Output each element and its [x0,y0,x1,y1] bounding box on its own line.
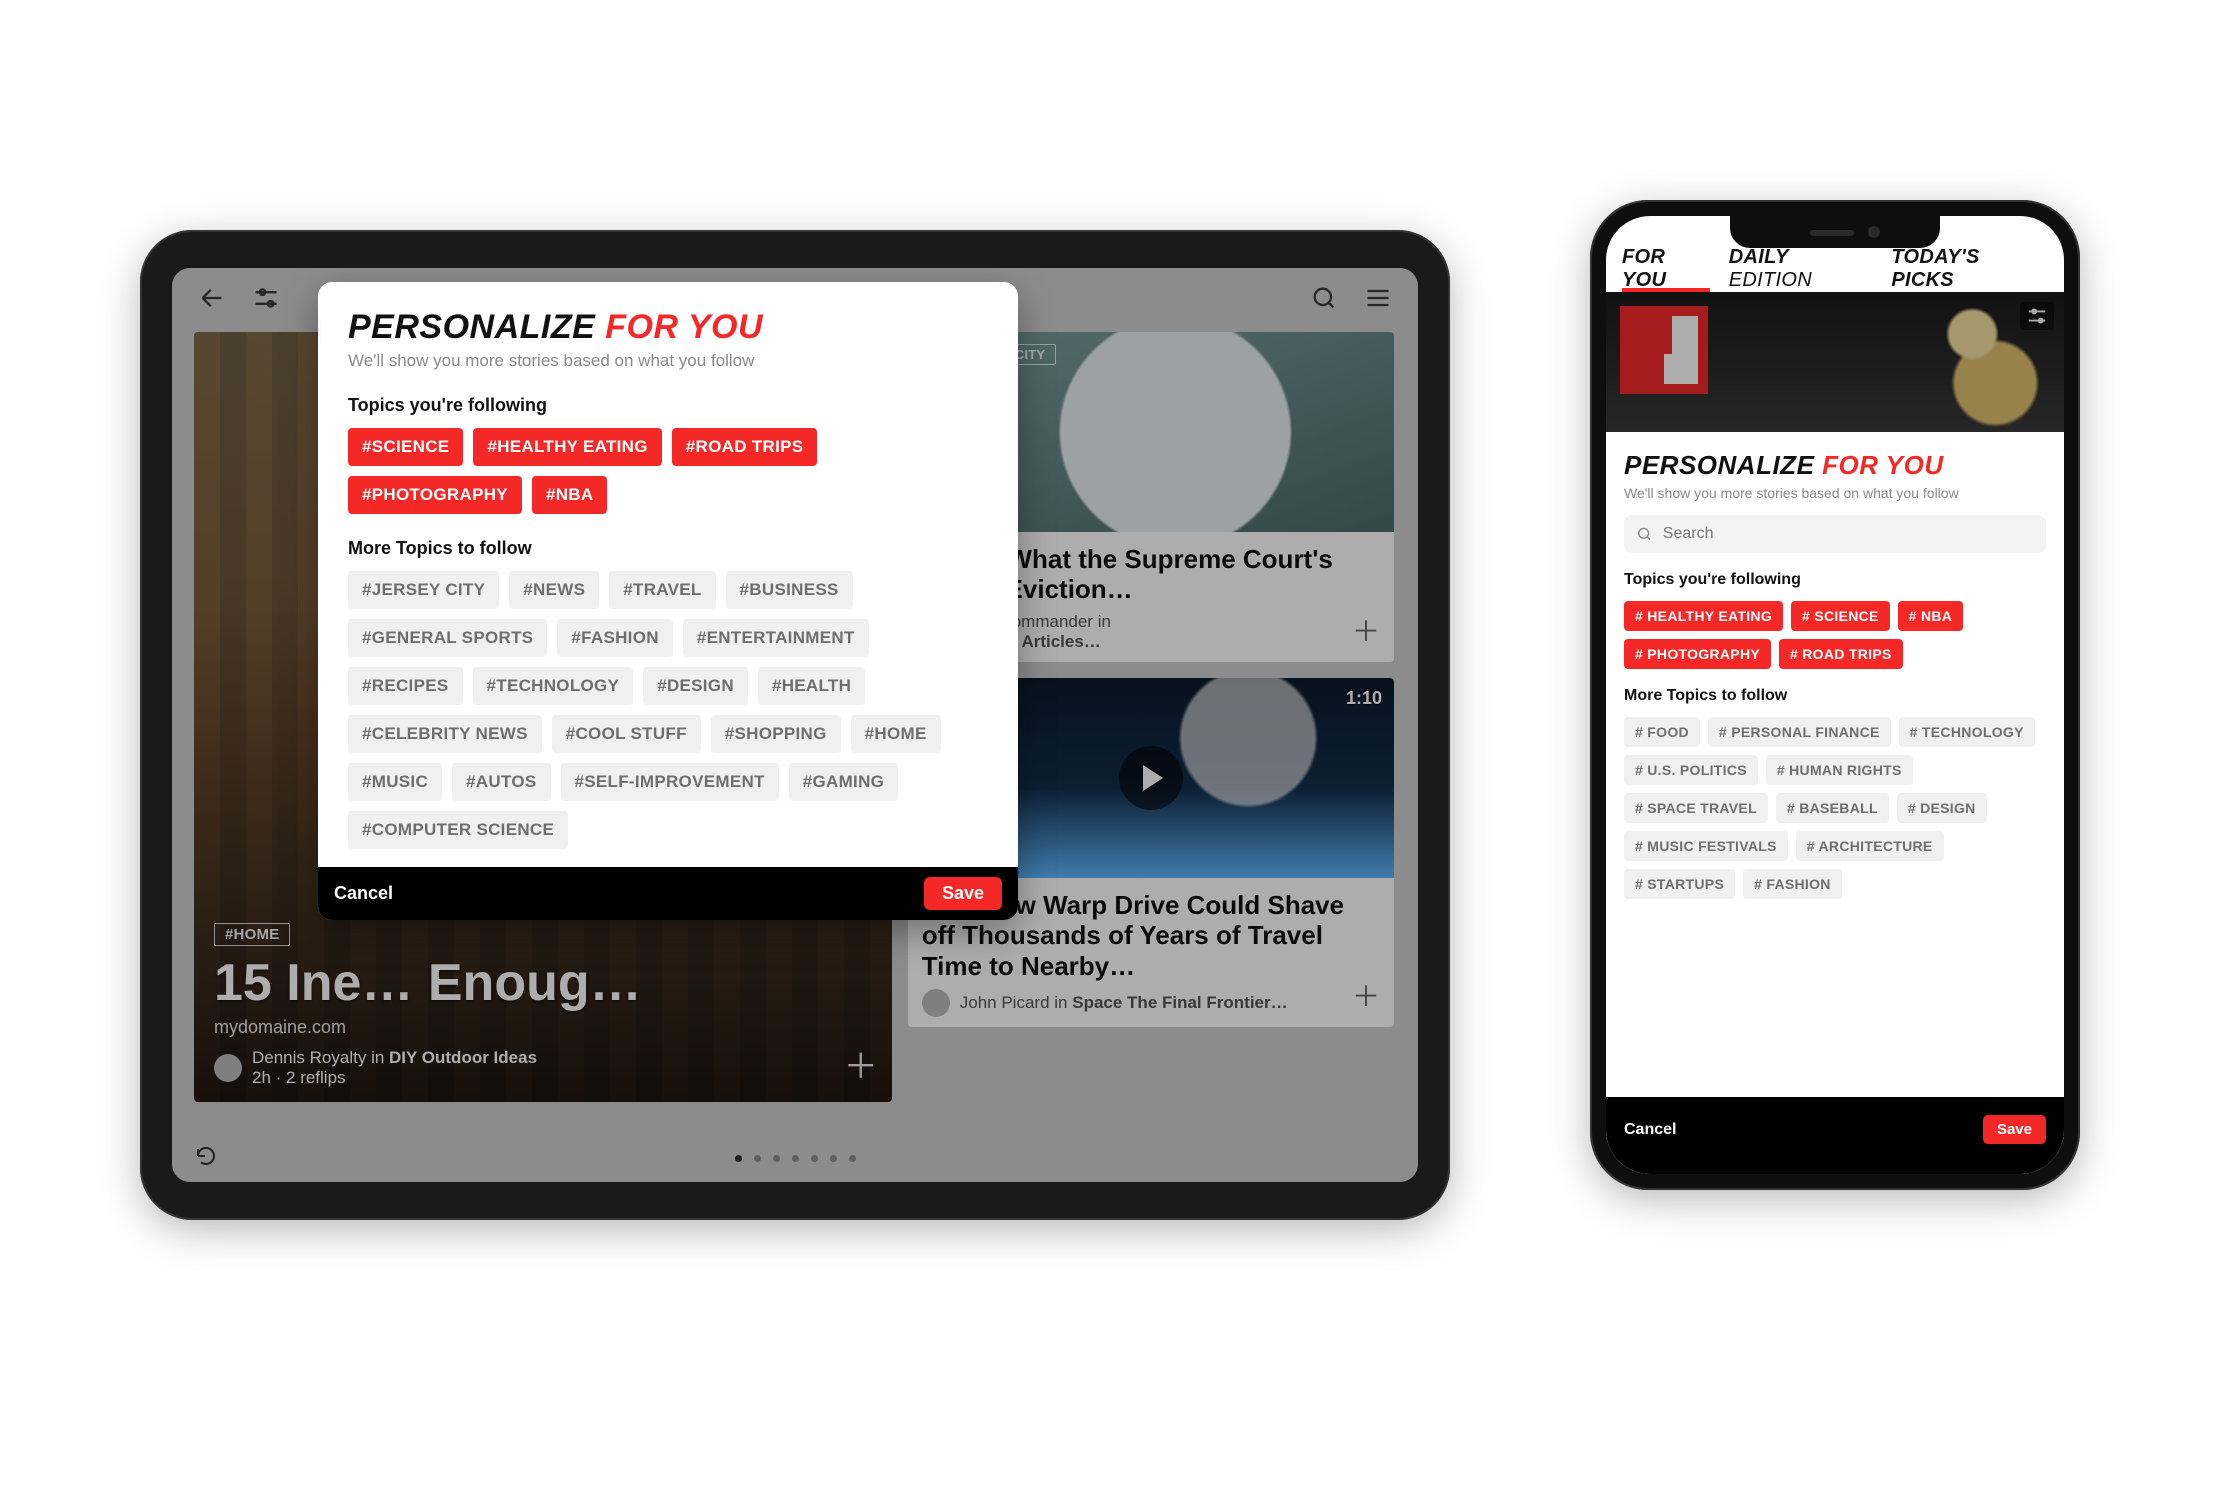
topic-chip[interactable]: #MUSIC [348,763,442,801]
topic-chip[interactable]: #NEWS [509,571,599,609]
topic-chip[interactable]: #HOME [851,715,941,753]
following-chips: #SCIENCE #HEALTHY EATING #ROAD TRIPS #PHOTO… [348,428,988,514]
cancel-button[interactable]: Cancel [334,883,393,904]
personalize-modal: PERSONALIZE FOR YOU We'll show you more … [1606,432,2064,1174]
save-button[interactable]: Save [1983,1115,2046,1144]
topic-chip[interactable]: # HUMAN RIGHTS [1766,755,1913,785]
topic-chip[interactable]: #HEALTH [758,667,865,705]
refresh-icon[interactable] [194,1144,218,1173]
topic-chip[interactable]: #RECIPES [348,667,463,705]
topic-chip[interactable]: #TECHNOLOGY [473,667,634,705]
feature-domain: mydomaine.com [214,1017,872,1038]
topic-chip[interactable]: #JERSEY CITY [348,571,499,609]
topic-chip[interactable]: #BUSINESS [726,571,853,609]
following-chips: # HEALTHY EATING # SCIENCE # NBA # PHOTOGRA… [1624,601,2046,669]
modal-title: PERSONALIZE FOR YOU [348,308,988,347]
phone-hero [1606,292,2064,432]
feature-title: 15 Ine… Enoug… [214,956,872,1011]
topic-chip[interactable]: # FASHION [1743,869,1842,899]
sliders-icon[interactable] [2020,302,2054,330]
topic-chip[interactable]: #COOL STUFF [552,715,701,753]
topic-chip[interactable]: # PHOTOGRAPHY [1624,639,1771,669]
topic-chip[interactable]: #ENTERTAINMENT [683,619,869,657]
byline-meta: 2h · 2 reflips [252,1068,346,1087]
following-header: Topics you're following [348,395,988,416]
topic-chip[interactable]: #PHOTOGRAPHY [348,476,522,514]
topic-chip[interactable]: #GENERAL SPORTS [348,619,547,657]
save-button[interactable]: Save [924,877,1002,910]
topic-chip[interactable]: # SCIENCE [1791,601,1890,631]
byline-topic: DIY Outdoor Ideas [389,1048,537,1067]
topic-chip[interactable]: #HEALTHY EATING [473,428,661,466]
topic-chip[interactable]: #DESIGN [643,667,748,705]
topic-chip[interactable]: #CELEBRITY NEWS [348,715,542,753]
topic-chip[interactable]: # U.S. POLITICS [1624,755,1758,785]
phone-notch [1730,216,1940,248]
byline-topic: Space The Final Frontier… [1072,993,1287,1012]
topic-chip[interactable]: #SCIENCE [348,428,463,466]
flipboard-logo-icon [1620,306,1708,394]
byline-author: John Picard [960,993,1050,1012]
page-dots[interactable] [735,1155,856,1162]
search-icon [1636,525,1653,543]
topic-chip[interactable]: # MUSIC FESTIVALS [1624,831,1788,861]
topic-chip[interactable]: #FASHION [557,619,672,657]
topic-chip[interactable]: # ARCHITECTURE [1796,831,1944,861]
phone-screen: FOR YOU DAILY EDITION TODAY'S PICKS PERS… [1606,216,2064,1174]
more-header: More Topics to follow [1624,687,2046,705]
more-chips: #JERSEY CITY #NEWS #TRAVEL #BUSINESS #GENERA… [348,571,988,849]
tab-daily-edition[interactable]: DAILY EDITION [1729,246,1878,292]
topic-chip[interactable]: #SELF-IMPROVEMENT [561,763,779,801]
cancel-button[interactable]: Cancel [1624,1121,1676,1139]
topic-chip[interactable]: # DESIGN [1897,793,1987,823]
topic-chip[interactable]: # TECHNOLOGY [1899,717,2035,747]
modal-subtitle: We'll show you more stories based on wha… [348,351,988,371]
avatar [214,1054,242,1082]
personalize-modal: PERSONALIZE FOR YOU We'll show you more … [318,282,1018,920]
search-field[interactable] [1663,525,2034,543]
topic-chip[interactable]: # ROAD TRIPS [1779,639,1903,669]
topic-chip[interactable]: #COMPUTER SCIENCE [348,811,568,849]
topic-chip[interactable]: # PERSONAL FINANCE [1708,717,1891,747]
topic-chip[interactable]: #NBA [532,476,608,514]
topic-chip[interactable]: # HEALTHY EATING [1624,601,1783,631]
topic-chip[interactable]: #AUTOS [452,763,550,801]
tab-todays-picks[interactable]: TODAY'S PICKS [1891,246,2048,292]
topic-chip[interactable]: # NBA [1898,601,1964,631]
modal-actions: Cancel Save [318,867,1018,920]
tablet-device: #HOME 15 Ine… Enoug… mydomaine.com Denni… [140,230,1450,1220]
byline-author: Dennis Royalty [252,1048,366,1067]
topic-chip[interactable]: # STARTUPS [1624,869,1735,899]
modal-subtitle: We'll show you more stories based on wha… [1624,485,2046,501]
topic-chip[interactable]: # FOOD [1624,717,1700,747]
search-input[interactable] [1624,515,2046,553]
avatar [922,989,950,1017]
play-icon[interactable] [1119,746,1183,810]
tablet-bottombar [172,1134,1418,1182]
topic-chip[interactable]: # SPACE TRAVEL [1624,793,1768,823]
tab-for-you[interactable]: FOR YOU [1622,246,1715,292]
modal-title: PERSONALIZE FOR YOU [1624,450,2046,481]
topic-badge[interactable]: #HOME [214,923,290,946]
modal-actions: Cancel Save [1606,1097,2064,1174]
more-header: More Topics to follow [348,538,988,559]
add-icon[interactable]: ＋ [1352,610,1380,650]
topic-chip[interactable]: #ROAD TRIPS [672,428,818,466]
phone-device: FOR YOU DAILY EDITION TODAY'S PICKS PERS… [1590,200,2080,1190]
add-icon[interactable]: ＋ [1352,975,1380,1015]
more-chips: # FOOD # PERSONAL FINANCE # TECHNOLOGY # U.… [1624,717,2046,899]
video-duration: 1:10 [1346,688,1382,709]
topic-chip[interactable]: #GAMING [789,763,898,801]
add-icon[interactable]: ＋ [844,1039,878,1088]
topic-chip[interactable]: # BASEBALL [1776,793,1889,823]
topic-chip[interactable]: #SHOPPING [711,715,841,753]
topic-chip[interactable]: #TRAVEL [609,571,715,609]
tablet-screen: #HOME 15 Ine… Enoug… mydomaine.com Denni… [172,268,1418,1182]
following-header: Topics you're following [1624,571,2046,589]
